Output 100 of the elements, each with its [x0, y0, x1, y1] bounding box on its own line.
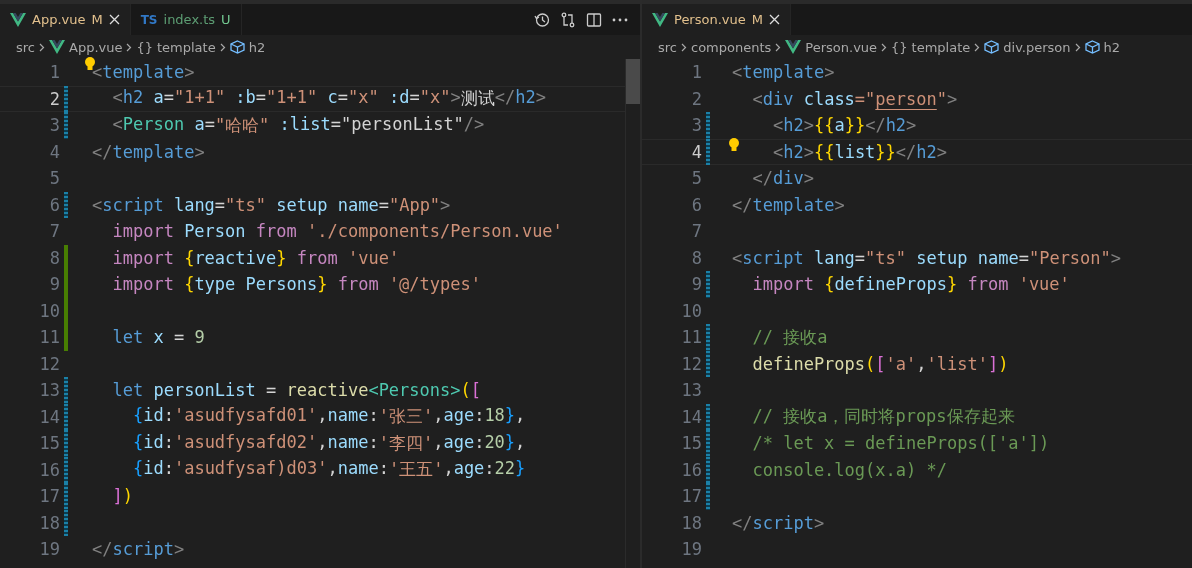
code-token: } [504, 431, 516, 454]
code-token: = [255, 87, 267, 110]
line-number: 7 [690, 221, 702, 242]
line-number: 4 [48, 141, 60, 162]
chevron-icon [126, 42, 133, 52]
code-token: name [327, 405, 369, 428]
code-token: < [751, 88, 763, 109]
code-token: id [143, 431, 164, 454]
line-number: 15 [38, 433, 60, 454]
code-token: reactive [194, 247, 277, 268]
code-token: template [742, 62, 825, 83]
code-token: "ts" [865, 247, 907, 268]
code-token: : [163, 405, 174, 428]
breadcrumb-item[interactable]: components [691, 39, 772, 55]
compare-changes-icon[interactable] [560, 11, 576, 28]
code-token: reactive [285, 380, 369, 401]
vue-icon [10, 12, 26, 27]
scrollbar[interactable] [625, 59, 640, 568]
code-token: < [732, 247, 743, 268]
braces-symbol: {} [891, 39, 908, 55]
code-token: "1+1" [266, 87, 318, 110]
code-token: :list [278, 113, 331, 136]
breadcrumb-item[interactable]: src [658, 39, 677, 55]
code-token: , [317, 431, 328, 454]
line-number: 19 [680, 539, 702, 560]
breadcrumb-item[interactable]: h2 [248, 39, 266, 55]
code-token: a [834, 115, 845, 136]
code-token: > [813, 512, 825, 533]
code-token: < [771, 115, 784, 136]
code-token: = [337, 87, 348, 110]
line-number: 17 [680, 486, 702, 507]
code-token: </ [92, 141, 113, 162]
code-token: age [453, 458, 485, 481]
line-number: 7 [48, 221, 60, 242]
history-icon[interactable] [534, 11, 550, 28]
code-token: ( [460, 380, 471, 401]
code-token: <Persons> [368, 380, 461, 401]
code-token: = [265, 380, 277, 401]
code-token: setup [915, 247, 968, 268]
code-token: > [194, 141, 205, 162]
code-token: 测试 [460, 87, 495, 111]
code-token: name [327, 431, 369, 454]
code-token: , [515, 431, 526, 454]
chevron-icon [775, 42, 782, 52]
line-number: 17 [38, 486, 60, 507]
more-icon[interactable] [612, 17, 628, 22]
code-token: "1+1" [173, 87, 226, 110]
code-token: lang [172, 194, 215, 215]
code-token: "x" [348, 87, 379, 110]
line-number: 2 [48, 88, 60, 109]
lightbulb-icon[interactable] [728, 136, 740, 153]
code-token: "personList" [341, 113, 464, 136]
split-editor-icon[interactable] [586, 11, 602, 28]
code-token: : [368, 431, 379, 454]
line-number: 11 [38, 327, 60, 348]
code-token: x [152, 327, 164, 348]
editor-tab[interactable]: Person.vue M [642, 4, 791, 35]
code-token: a [193, 113, 205, 136]
code-token: , [916, 353, 927, 374]
breadcrumb-item[interactable]: h2 [1103, 39, 1121, 55]
breadcrumb-item[interactable]: div.person [1003, 39, 1071, 55]
breadcrumb-item[interactable]: template [911, 39, 971, 55]
code-token: </ [732, 194, 753, 215]
code-token: setup [275, 194, 328, 215]
git-status: U [221, 12, 231, 27]
code-token: personList [152, 380, 256, 401]
line-number: 10 [680, 300, 702, 321]
breadcrumb-item[interactable]: template [157, 39, 216, 55]
cube-icon [229, 40, 245, 54]
code-token: 'asudfysafd02' [173, 431, 318, 454]
code-token: id [143, 405, 164, 428]
code-token: 22 [494, 458, 516, 481]
breadcrumb-item[interactable]: App.vue [69, 39, 123, 55]
code-token: > [936, 141, 948, 162]
tab-label: App.vue [32, 12, 86, 27]
code-token: script [102, 194, 164, 215]
code-token: "ts" [225, 194, 267, 215]
code-token: type Persons [194, 274, 318, 295]
line-number: 5 [690, 168, 702, 189]
close-icon[interactable] [768, 14, 780, 25]
breadcrumb-item[interactable]: Person.vue [805, 39, 878, 55]
code-token: './components/Person.vue' [305, 221, 563, 242]
code-token: > [184, 62, 195, 83]
code-token: } [515, 458, 526, 481]
breadcrumb-item[interactable]: src [16, 39, 35, 55]
code-token: script [742, 247, 804, 268]
code-token: < [92, 194, 103, 215]
code-token: , [433, 405, 444, 428]
code-token: } [946, 274, 958, 295]
code-token: : [474, 405, 485, 428]
editor-tab[interactable]: App.vue M [0, 4, 131, 35]
line-number: 6 [48, 194, 60, 215]
chevron-icon [881, 42, 888, 52]
code-token: = [204, 113, 215, 136]
code-token: id [143, 458, 164, 481]
code-token: h2 [885, 115, 907, 136]
code-token: "App" [388, 194, 441, 215]
code-token: let [111, 327, 144, 348]
close-icon[interactable] [108, 14, 120, 25]
code-token: > [1110, 247, 1122, 268]
